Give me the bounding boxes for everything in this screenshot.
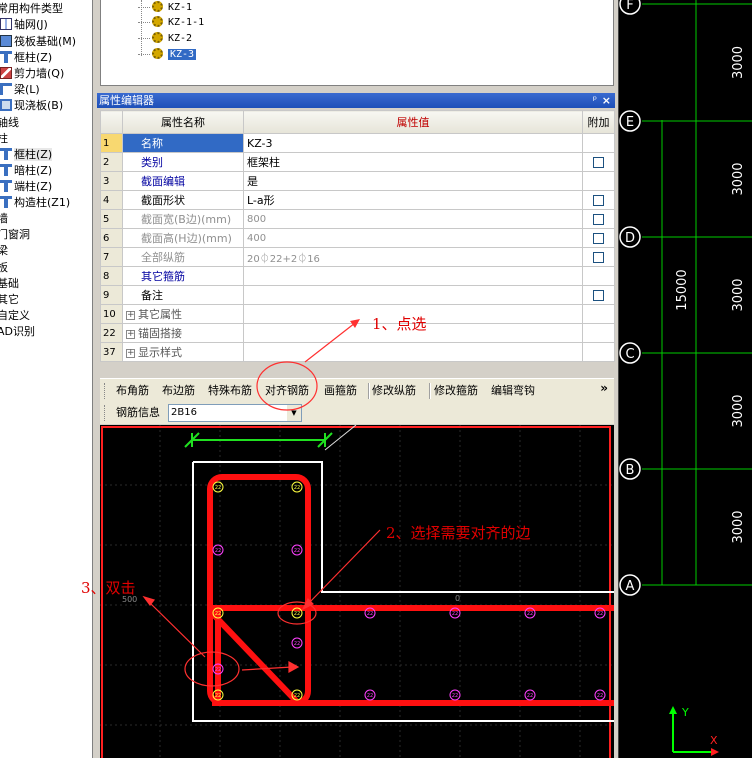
axis-label: C <box>625 347 634 362</box>
axis-label: E <box>626 115 634 130</box>
annotation-step2: 2、选择需要对齐的边 <box>386 524 531 542</box>
ucs-y-label: Y <box>681 706 689 719</box>
plan-view[interactable]: F E D C B A 3000 3000 3000 3000 3000 15000 Y X <box>618 0 752 758</box>
axis-label: D <box>625 231 635 246</box>
annotation-step3: 3、双击 <box>81 579 136 597</box>
ucs-x-label: X <box>710 734 718 747</box>
annotation-step1-arrowhead <box>350 319 360 328</box>
axis-label: A <box>626 579 635 594</box>
annotation-step1-arrow-line <box>304 322 356 363</box>
axis-label: B <box>626 463 635 478</box>
ucs-x-arrowhead <box>711 748 719 756</box>
axis-dimension: 3000 <box>731 278 746 311</box>
axis-dimension: 3000 <box>731 46 746 79</box>
ucs-y-arrowhead <box>669 706 677 714</box>
annotation-step1: 1、点选 <box>372 315 427 333</box>
axis-dimension: 3000 <box>731 394 746 427</box>
ucs-icon <box>672 712 713 753</box>
total-dimension: 15000 <box>675 269 690 310</box>
annotation-toolbar-ellipse <box>256 361 318 411</box>
axis-dimension: 3000 <box>731 510 746 543</box>
axis-label: F <box>626 0 633 13</box>
plan-drawing[interactable]: F E D C B A 3000 3000 3000 3000 3000 15000 Y X <box>618 0 752 758</box>
axis-dimension: 3000 <box>731 162 746 195</box>
